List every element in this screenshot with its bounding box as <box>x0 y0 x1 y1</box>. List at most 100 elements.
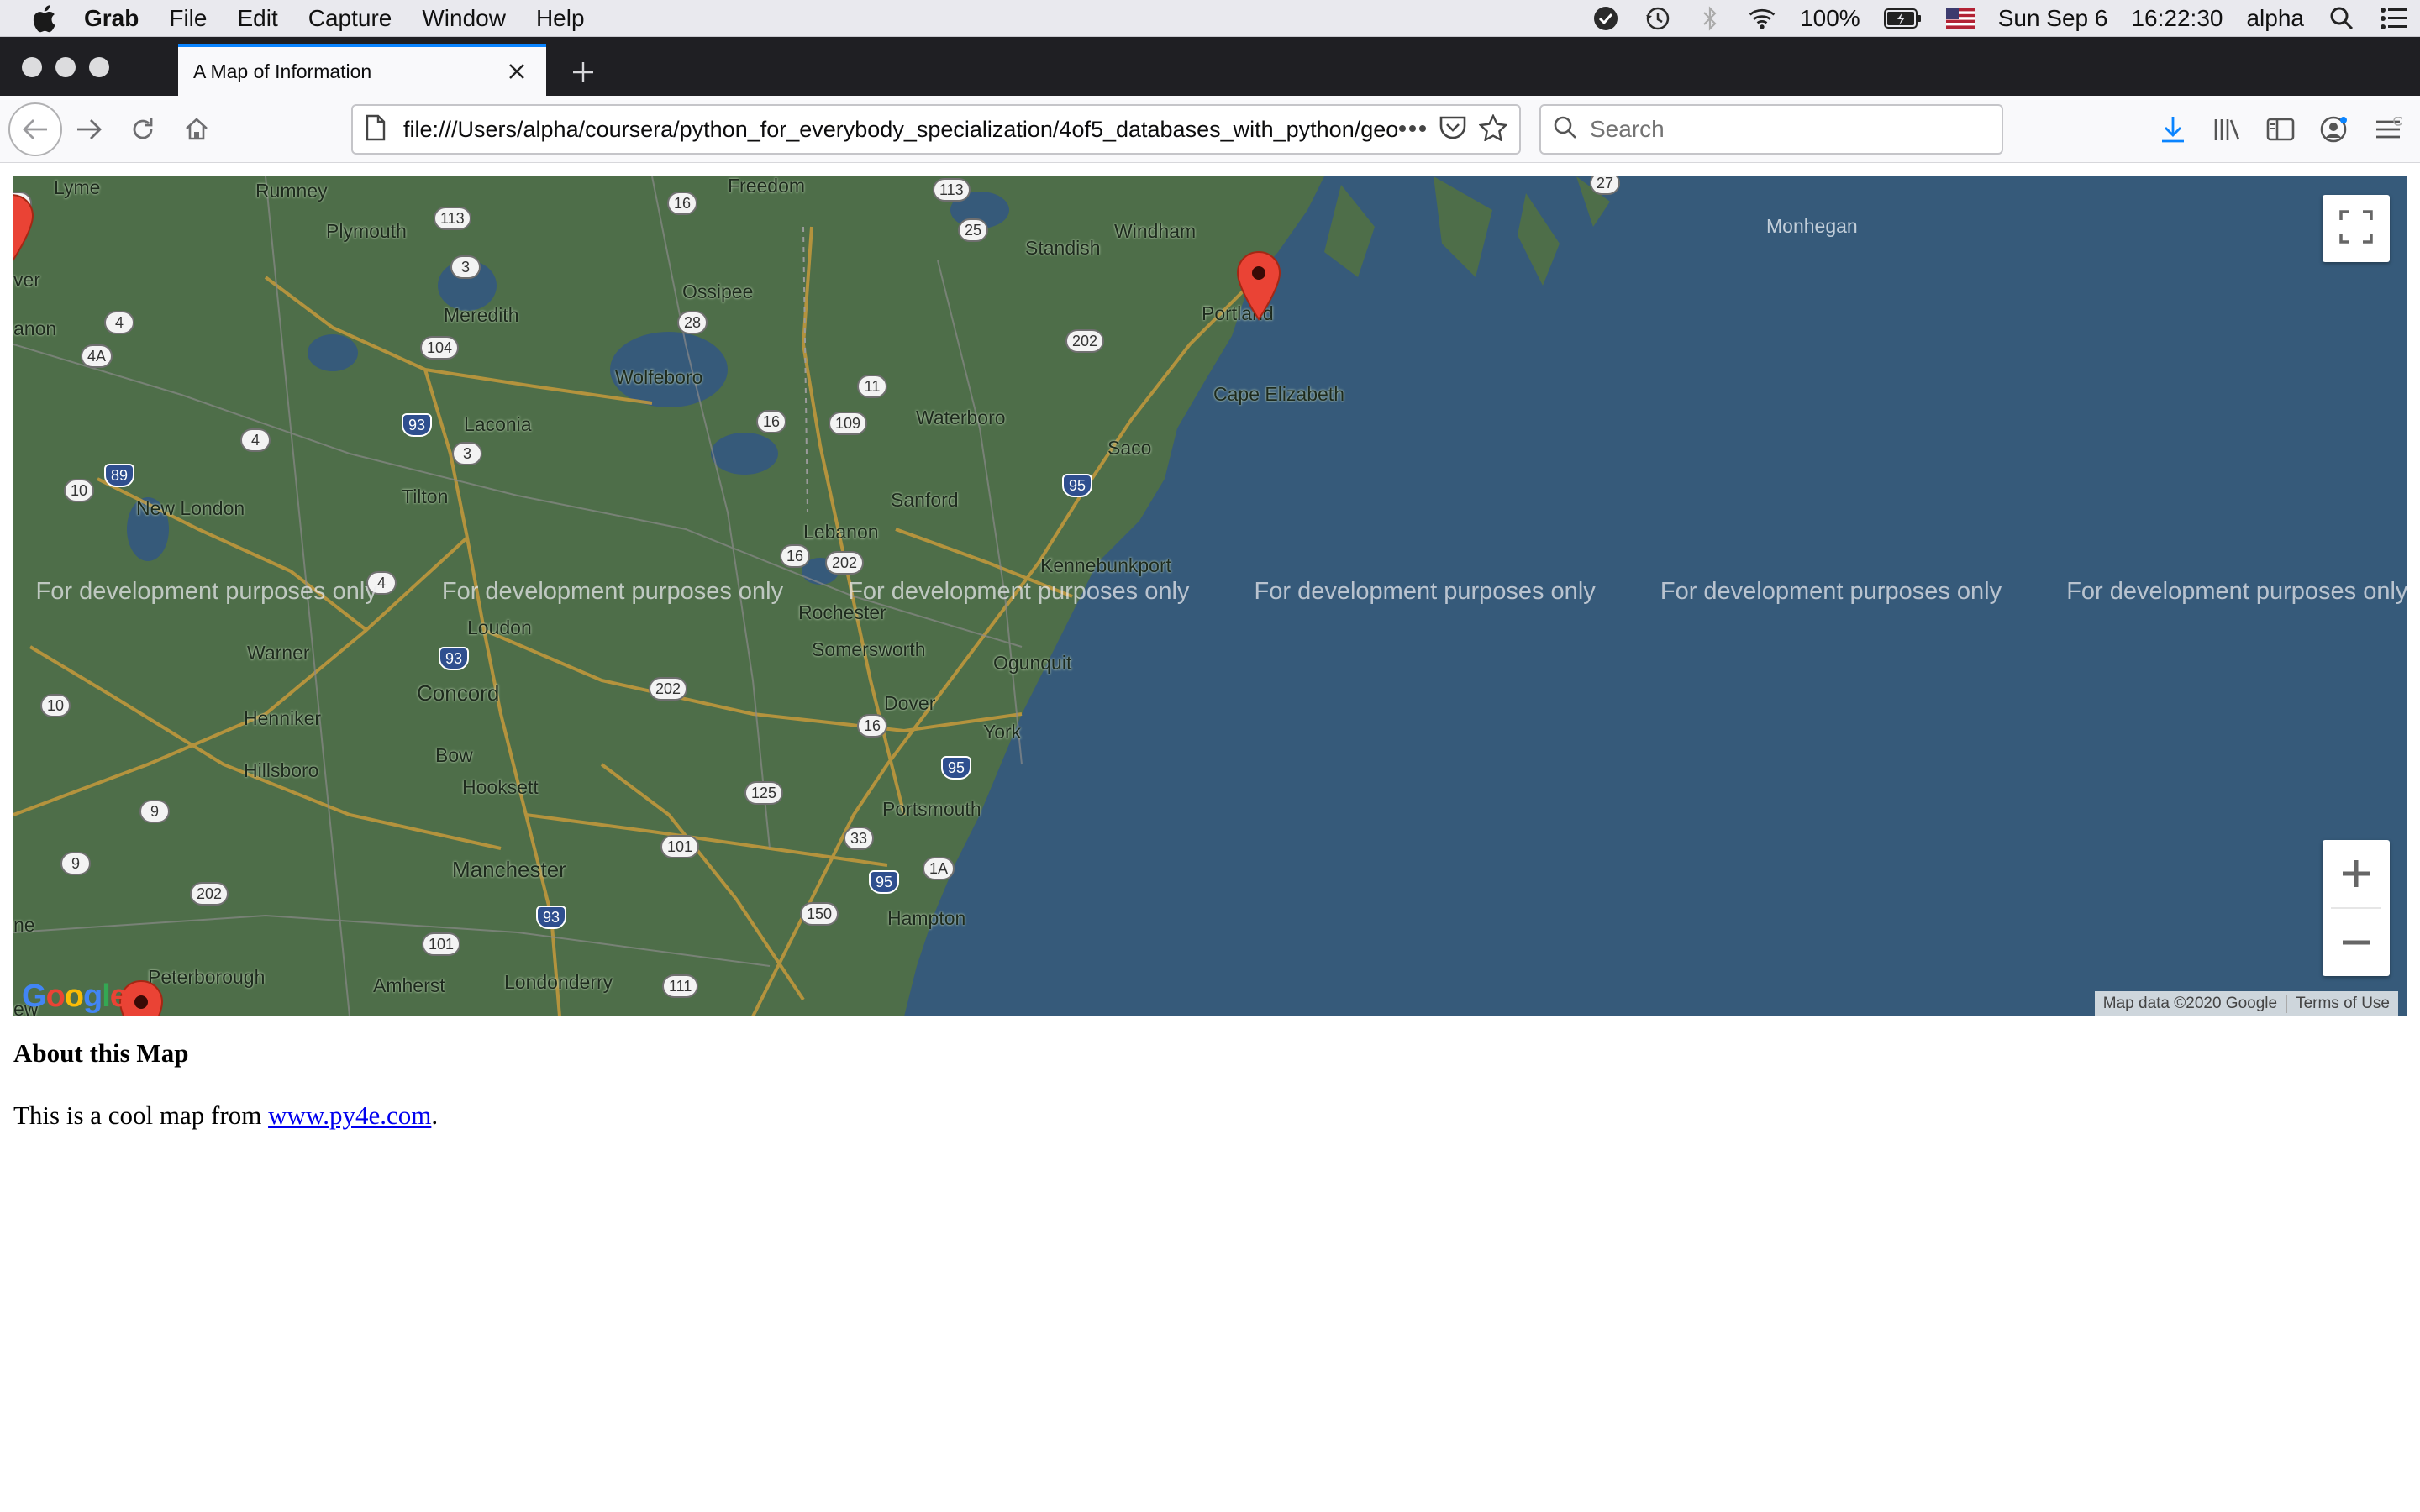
route-shield: 101 <box>660 835 700 858</box>
downloads-icon[interactable] <box>2149 106 2196 153</box>
fullscreen-button[interactable] <box>2323 195 2390 262</box>
map-label-somersworth: Somersworth <box>812 638 926 660</box>
terms-of-use-link[interactable]: Terms of Use <box>2287 995 2398 1013</box>
bookmark-star-icon[interactable] <box>1478 113 1508 145</box>
us-flag-icon[interactable] <box>1945 4 1975 33</box>
menu-window[interactable]: Window <box>407 0 521 37</box>
new-tab-button[interactable] <box>563 52 603 92</box>
route-shield: 3 <box>450 255 481 279</box>
route-shield: 3 <box>452 442 482 465</box>
map-marker-portland[interactable] <box>1235 250 1282 321</box>
route-shield: 113 <box>933 178 971 202</box>
map-label-monhegan: Monhegan <box>1766 215 1858 237</box>
about-heading: About this Map <box>13 1038 189 1068</box>
plus-icon <box>2343 860 2370 887</box>
interstate-shield: 93 <box>439 647 470 670</box>
menu-edit[interactable]: Edit <box>222 0 292 37</box>
reload-button[interactable] <box>119 106 166 153</box>
route-shield: 109 <box>829 412 868 435</box>
library-icon[interactable] <box>2203 106 2250 153</box>
notification-center-icon[interactable] <box>2380 4 2408 33</box>
map-marker-west[interactable] <box>13 193 35 264</box>
interstate-shield: 89 <box>104 464 135 487</box>
map-label-loudon: Loudon <box>467 617 532 638</box>
route-shield: 10 <box>40 694 71 717</box>
menu-file[interactable]: File <box>154 0 222 37</box>
tab-close-icon[interactable] <box>502 57 531 86</box>
menubar-user[interactable]: alpha <box>2246 5 2304 32</box>
map-label-plymouth: Plymouth <box>326 220 407 242</box>
map-label-concord: Concord <box>417 680 500 706</box>
about-paragraph: This is a cool map from www.py4e.com. <box>13 1100 438 1131</box>
map-label-bow: Bow <box>435 744 473 766</box>
map-label-meredith: Meredith <box>444 304 519 326</box>
search-input[interactable] <box>1590 116 1990 143</box>
route-shield: 4 <box>240 428 271 452</box>
sidebar-icon[interactable] <box>2257 106 2304 153</box>
route-shield: 33 <box>844 827 875 850</box>
apple-menu-icon[interactable] <box>18 0 69 37</box>
route-shield: 125 <box>744 781 784 805</box>
maximize-window-button[interactable] <box>89 57 109 77</box>
map-label-warner: Warner <box>247 642 310 664</box>
map-label-londonderry: Londonderry <box>504 971 613 993</box>
url-text[interactable]: file:///Users/alpha/coursera/python_for_… <box>403 117 1398 143</box>
menu-hamburger-icon[interactable] <box>2365 106 2412 153</box>
menu-app-name[interactable]: Grab <box>69 0 154 37</box>
bluetooth-icon[interactable] <box>1696 4 1724 33</box>
map-label-peterborough: Peterborough <box>148 966 266 988</box>
zoom-control <box>2323 840 2390 976</box>
wifi-icon[interactable] <box>1748 4 1776 33</box>
search-bar[interactable] <box>1539 104 2003 155</box>
map-label-anon: anon <box>13 318 57 339</box>
map-label-ver: ver <box>13 269 40 291</box>
google-logo[interactable]: Google <box>22 979 128 1015</box>
page-info-icon[interactable] <box>365 114 387 145</box>
py4e-link[interactable]: www.py4e.com <box>268 1100 431 1130</box>
route-shield: 16 <box>667 192 698 215</box>
check-badge-icon[interactable] <box>1591 4 1620 33</box>
map-label-ne: ne <box>13 914 35 936</box>
route-shield: 28 <box>677 311 708 334</box>
route-shield: 9 <box>60 852 91 875</box>
zoom-in-button[interactable] <box>2323 840 2390 907</box>
battery-charging-icon[interactable] <box>1883 4 1923 33</box>
window-controls <box>22 57 109 77</box>
menu-capture[interactable]: Capture <box>293 0 408 37</box>
map-label-henniker: Henniker <box>244 707 322 729</box>
route-shield: 10 <box>64 479 95 502</box>
url-bar[interactable]: file:///Users/alpha/coursera/python_for_… <box>351 104 1521 155</box>
spotlight-search-icon[interactable] <box>2328 4 2356 33</box>
route-shield: 150 <box>800 902 839 926</box>
interstate-shield: 93 <box>536 906 567 929</box>
interstate-shield: 95 <box>869 870 900 894</box>
route-shield: 111 <box>662 974 699 998</box>
map-label-hooksett: Hooksett <box>462 776 539 798</box>
time-machine-icon[interactable] <box>1644 4 1672 33</box>
map-label-tilton: Tilton <box>402 486 449 507</box>
forward-button[interactable] <box>66 106 113 153</box>
active-tab[interactable]: A Map of Information <box>178 44 546 96</box>
route-shield: 202 <box>825 551 865 575</box>
pocket-icon[interactable] <box>1439 114 1467 145</box>
route-shield: 4A <box>81 344 113 368</box>
menubar-date[interactable]: Sun Sep 6 <box>1998 5 2108 32</box>
map-label-lyme: Lyme <box>54 176 101 198</box>
interstate-shield: 93 <box>402 413 433 437</box>
zoom-out-button[interactable] <box>2323 909 2390 976</box>
back-button[interactable] <box>8 102 62 156</box>
map-label-cape-elizabeth: Cape Elizabeth <box>1213 383 1344 405</box>
close-window-button[interactable] <box>22 57 42 77</box>
about-text-end: . <box>431 1100 439 1130</box>
menu-help[interactable]: Help <box>521 0 600 37</box>
home-button[interactable] <box>173 106 220 153</box>
page-actions-icon[interactable] <box>1398 122 1427 137</box>
map-data-credit[interactable]: Map data ©2020 Google <box>2095 995 2286 1013</box>
map-label-rochester: Rochester <box>798 601 886 623</box>
account-icon[interactable] <box>2311 106 2358 153</box>
map-label-laconia: Laconia <box>464 413 532 435</box>
minimize-window-button[interactable] <box>55 57 76 77</box>
menubar-time[interactable]: 16:22:30 <box>2131 5 2223 32</box>
google-map[interactable]: Lyme Rumney Plymouth Freedom Standish Wi… <box>13 176 2407 1016</box>
route-shield: 4 <box>366 571 397 595</box>
